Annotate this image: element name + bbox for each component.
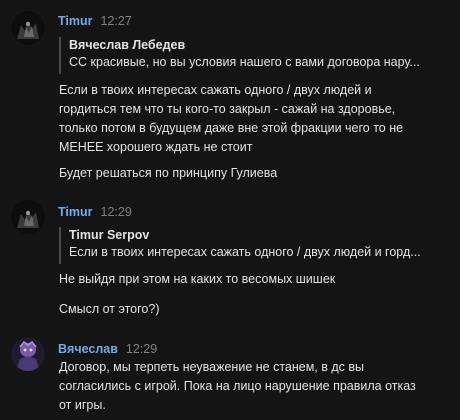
author-name[interactable]: Вячеслав [58,342,118,356]
message-text-line: согласились с игрой. Пока на лицо наруше… [59,379,416,393]
message-text-line: Договор, мы терпеть неуважение не станем… [59,360,365,374]
purple-character-avatar-icon [11,337,45,371]
message-time: 12:29 [125,342,158,356]
message-text-line: от игры. [59,398,106,412]
avatar[interactable] [11,337,45,371]
message-item: Вячеслав 12:29 Договор, мы терпеть неуваж… [0,0,460,420]
message-header: Вячеслав 12:29 [58,340,157,358]
